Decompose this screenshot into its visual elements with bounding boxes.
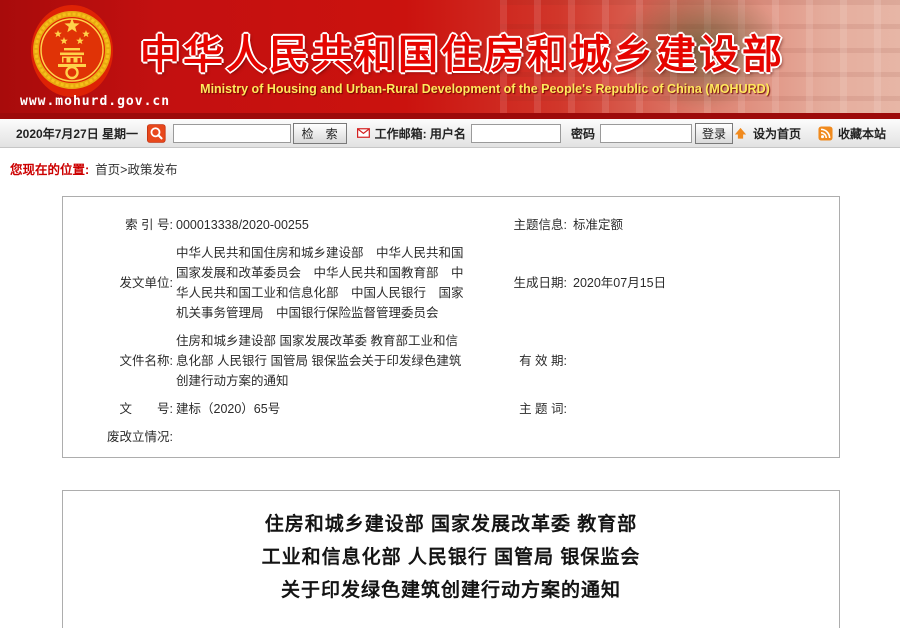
toolbar: 2020年7月27日 星期一 检 索 工作邮箱: 用户名 密码 登录 设为首页 — [0, 119, 900, 148]
national-emblem-icon — [30, 4, 114, 98]
breadcrumb-prefix: 您现在的位置: — [10, 163, 89, 177]
table-row: 发文单位: 中华人民共和国住房和城乡建设部 中华人民共和国国家发展和改革委员会 … — [63, 239, 839, 327]
date-label: 2020年7月27日 星期一 — [16, 125, 138, 142]
document-title-line: 住房和城乡建设部 国家发展改革委 教育部 — [63, 508, 839, 541]
document-metadata-panel: 索 引 号: 000013338/2020-00255 主题信息: 标准定额 发… — [62, 196, 840, 458]
password-input[interactable] — [600, 124, 692, 143]
search-button[interactable]: 检 索 — [293, 123, 347, 144]
metadata-table: 索 引 号: 000013338/2020-00255 主题信息: 标准定额 发… — [63, 211, 839, 451]
breadcrumb: 您现在的位置: 首页>政策发布 — [10, 159, 177, 178]
topic-info-label: 主题信息: — [481, 211, 573, 239]
bookmark-site-link[interactable]: 收藏本站 — [838, 125, 886, 142]
table-row: 索 引 号: 000013338/2020-00255 主题信息: 标准定额 — [63, 211, 839, 239]
keywords-label: 主 题 词: — [481, 395, 573, 423]
topic-info-value: 标准定额 — [573, 211, 839, 239]
set-homepage-icon[interactable] — [733, 126, 748, 141]
issue-date-label: 生成日期: — [481, 239, 573, 327]
set-homepage-link[interactable]: 设为首页 — [753, 125, 801, 142]
work-mail-username-label: 工作邮箱: 用户名 — [375, 125, 466, 142]
issuing-agency-value: 中华人民共和国住房和城乡建设部 中华人民共和国国家发展和改革委员会 中华人民共和… — [176, 239, 481, 327]
site-url: www.mohurd.gov.cn — [20, 94, 170, 109]
site-header: www.mohurd.gov.cn 中华人民共和国住房和城乡建设部 Minist… — [0, 0, 900, 113]
table-row: 文件名称: 住房和城乡建设部 国家发展改革委 教育部工业和信息化部 人民银行 国… — [63, 327, 839, 395]
login-button[interactable]: 登录 — [695, 123, 733, 144]
document-name-label: 文件名称: — [63, 327, 176, 395]
password-label: 密码 — [571, 125, 595, 142]
document-number-value: 建标（2020）65号 — [176, 395, 481, 423]
site-title: 中华人民共和国住房和城乡建设部 — [140, 22, 780, 80]
repeal-status-value — [176, 423, 481, 451]
document-title-line: 工业和信息化部 人民银行 国管局 银保监会 — [63, 541, 839, 574]
table-row: 文 号: 建标（2020）65号 主 题 词: — [63, 395, 839, 423]
validity-label: 有 效 期: — [481, 327, 573, 395]
document-name-value: 住房和城乡建设部 国家发展改革委 教育部工业和信息化部 人民银行 国管局 银保监… — [176, 327, 481, 395]
issuing-agency-label: 发文单位: — [63, 239, 176, 327]
repeal-status-label: 废改立情况: — [63, 423, 176, 451]
index-number-value: 000013338/2020-00255 — [176, 211, 481, 239]
document-number-label: 文 号: — [63, 395, 176, 423]
search-icon[interactable] — [147, 122, 166, 145]
breadcrumb-path[interactable]: 首页>政策发布 — [95, 163, 177, 177]
table-row: 废改立情况: — [63, 423, 839, 451]
site-subtitle: Ministry of Housing and Urban-Rural Deve… — [155, 82, 815, 96]
mail-icon — [357, 127, 370, 139]
username-input[interactable] — [471, 124, 561, 143]
issue-date-value: 2020年07月15日 — [573, 239, 839, 327]
document-title-line: 关于印发绿色建筑创建行动方案的通知 — [63, 574, 839, 607]
index-number-label: 索 引 号: — [63, 211, 176, 239]
page: www.mohurd.gov.cn 中华人民共和国住房和城乡建设部 Minist… — [0, 0, 900, 628]
document-title-panel: 住房和城乡建设部 国家发展改革委 教育部 工业和信息化部 人民银行 国管局 银保… — [62, 490, 840, 628]
bookmark-icon[interactable] — [818, 126, 833, 141]
search-input[interactable] — [173, 124, 291, 143]
keywords-value — [573, 395, 839, 423]
validity-value — [573, 327, 839, 395]
